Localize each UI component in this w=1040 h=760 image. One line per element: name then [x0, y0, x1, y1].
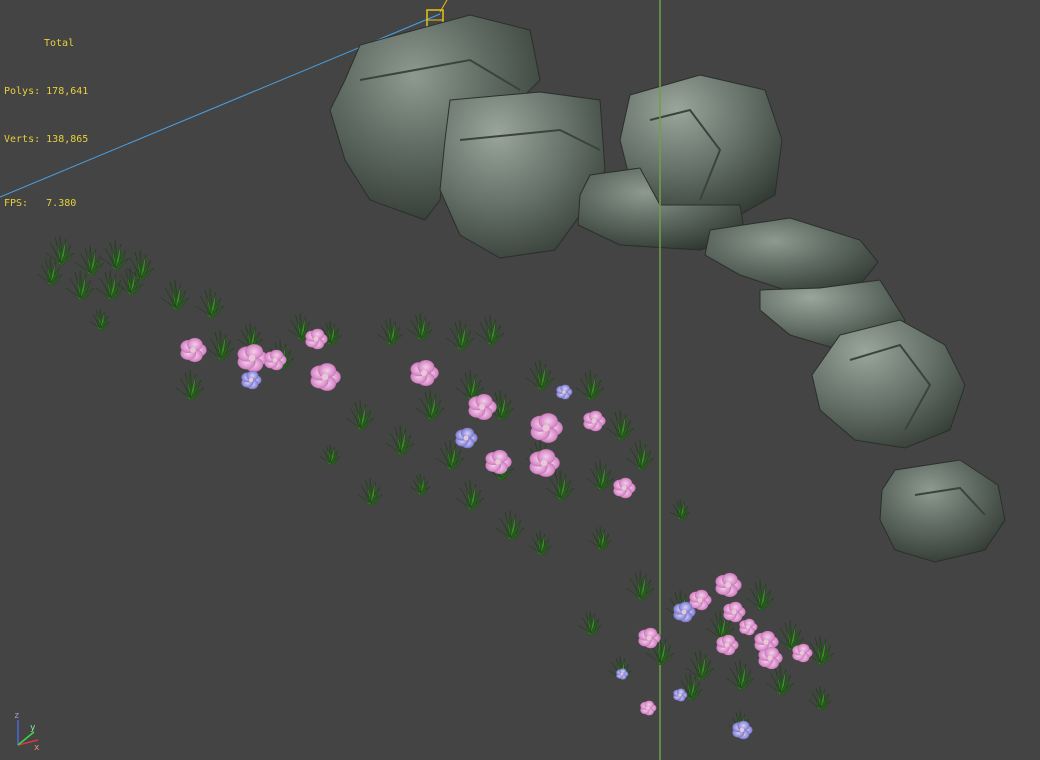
polys-label: Polys: [4, 86, 41, 97]
grass-tuft [808, 685, 832, 711]
grass-tuft [100, 239, 130, 271]
fps-label: FPS: [4, 198, 29, 209]
verts-label: Verts: [4, 134, 41, 145]
flower-pink [792, 643, 813, 663]
flower-pink [583, 410, 606, 432]
flower-pink [758, 646, 783, 670]
axis-z-label: z [14, 711, 19, 721]
grass-tuft [345, 399, 375, 431]
grass-tuft [528, 530, 552, 556]
flower-blue [241, 370, 262, 390]
grass-tuft [575, 369, 605, 401]
flower-pink [530, 413, 563, 443]
grass-tuft [725, 659, 755, 691]
grass-tuft [625, 439, 655, 471]
grass-tuft [95, 269, 125, 301]
flower-pink [237, 344, 268, 372]
flower-pink [180, 337, 207, 363]
flower-pink [739, 618, 758, 636]
grass-tuft [410, 473, 431, 496]
axis-y-label: y [30, 723, 36, 733]
grass-tuft [670, 498, 691, 521]
grass-tuft [525, 359, 555, 391]
grass-tuft [475, 314, 505, 346]
flower-blue [455, 427, 478, 449]
stats-fps: FPS: 7.380 [4, 196, 88, 212]
flower-pink [310, 363, 341, 391]
fps-value: 7.380 [46, 198, 77, 209]
3d-viewport[interactable]: z y x Total Polys: 178,641 Verts: 138,86… [0, 0, 1040, 760]
verts-value: 138,865 [46, 134, 89, 145]
grass-tuft [385, 424, 415, 456]
flower-pink [468, 394, 497, 420]
grass-tuft [495, 509, 525, 541]
flower-pink [716, 634, 739, 656]
rock-small-bottom-right[interactable] [879, 459, 1006, 563]
grass-tuft [578, 610, 602, 636]
flower-pink [410, 360, 439, 386]
grass-tuft [377, 317, 403, 346]
grass-tuft [160, 279, 190, 311]
flower-pink [715, 572, 742, 598]
grass-tuft [205, 329, 235, 361]
grass-tuft [320, 443, 341, 466]
grass-tuft [175, 369, 205, 401]
grass-tuft [765, 664, 795, 696]
polys-value: 178,641 [46, 86, 89, 97]
grass-tuft [585, 459, 615, 491]
grass-tuft [357, 477, 383, 506]
grass-tuft [407, 312, 433, 341]
flower-blue [732, 720, 753, 740]
rock-large-middle[interactable] [439, 91, 606, 259]
stats-header: Total [44, 38, 75, 49]
stats-verts: Verts: 138,865 [4, 132, 88, 148]
flower-pink [485, 449, 512, 475]
grass-tuft [455, 479, 485, 511]
flower-pink [613, 477, 636, 499]
vegetation-layer[interactable] [37, 234, 835, 740]
flower-pink [305, 328, 328, 350]
grass-tuft [415, 389, 445, 421]
grass-tuft [90, 308, 111, 331]
grass-tuft [745, 579, 775, 611]
flower-pink [640, 700, 657, 716]
grass-tuft [588, 525, 612, 551]
grass-tuft [625, 569, 655, 601]
flower-blue [556, 384, 573, 400]
axis-x-label: x [34, 743, 40, 753]
flower-pink [689, 589, 712, 611]
stats-polys: Polys: 178,641 [4, 84, 88, 100]
flower-blue [673, 688, 688, 702]
flower-pink [723, 601, 746, 623]
grass-tuft [445, 319, 475, 351]
grass-tuft [195, 287, 225, 319]
grass-tuft [605, 409, 635, 441]
viewport-scene[interactable]: z y x [0, 0, 1040, 760]
viewport-statistics: Total Polys: 178,641 Verts: 138,865 FPS:… [4, 4, 88, 244]
axis-gizmo: z y x [14, 711, 40, 753]
